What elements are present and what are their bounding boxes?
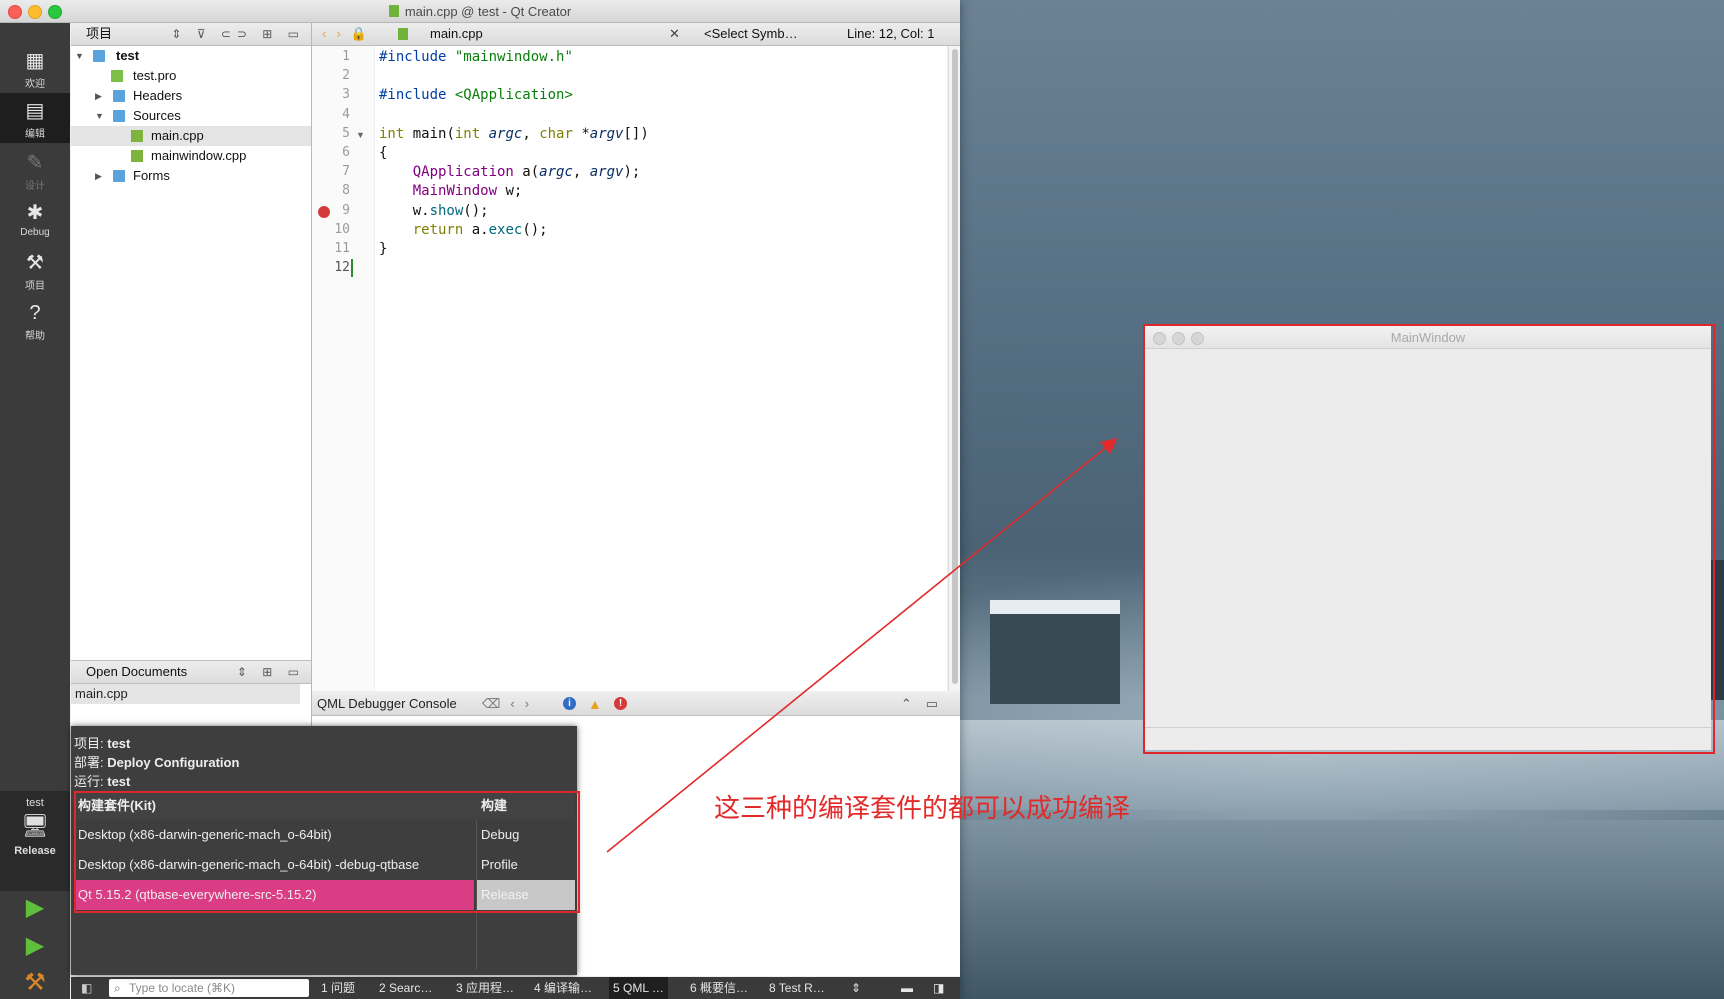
annotation-arrow xyxy=(606,437,1118,853)
annotation-text: 这三种的编译套件的都可以成功编译 xyxy=(714,794,1131,824)
